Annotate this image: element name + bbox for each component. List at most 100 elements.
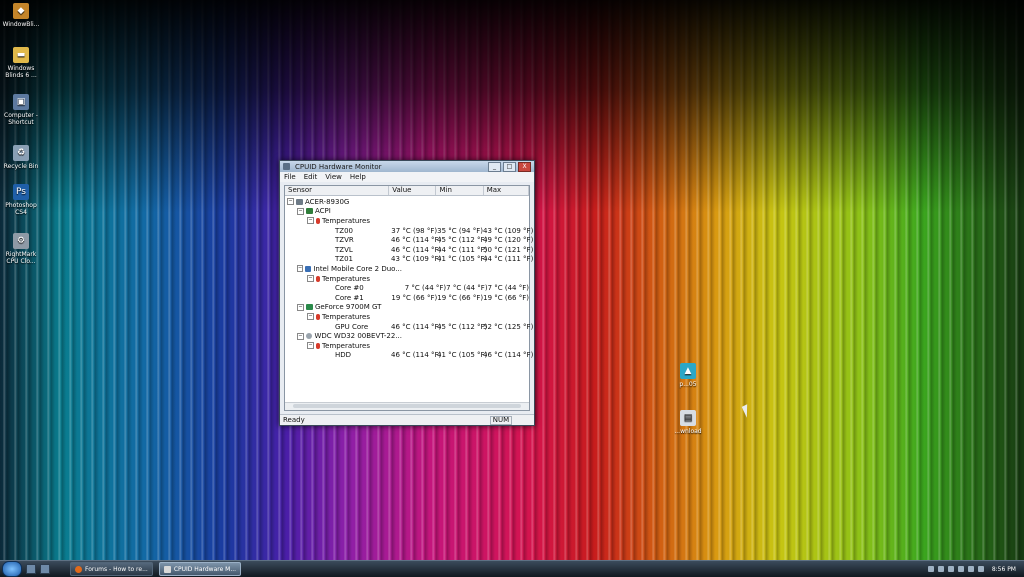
column-header-value[interactable]: Value (389, 186, 437, 195)
sensor-name: GPU Core (335, 322, 369, 331)
close-button[interactable]: X (518, 161, 531, 172)
maximize-button[interactable]: □ (503, 161, 516, 172)
collapse-toggle-icon[interactable]: − (307, 217, 314, 225)
tree-row-disk[interactable]: − WDC WD32 00BEVT-22... (285, 331, 529, 341)
tree-row-device[interactable]: − ACER-8930G (285, 197, 529, 207)
minimize-button[interactable]: _ (488, 161, 501, 172)
status-bar: Ready NUM (280, 414, 534, 425)
sensor-row[interactable]: Core #0 7 °C (44 °F) 7 °C (44 °F) 7 °C (… (285, 283, 529, 293)
scrollbar-thumb[interactable] (293, 404, 521, 408)
network-icon[interactable] (937, 566, 944, 572)
power-icon[interactable] (957, 566, 964, 572)
sensor-value: 43 °C (109 °F) (391, 255, 442, 264)
start-button[interactable] (2, 561, 22, 577)
sensor-row[interactable]: TZVR 46 °C (114 °F) 45 °C (112 °F) 49 °C… (285, 235, 534, 245)
collapse-toggle-icon[interactable]: − (297, 265, 304, 273)
security-icon[interactable] (967, 566, 974, 572)
sensor-value: 46 °C (114 °F) (391, 245, 442, 254)
horizontal-scrollbar[interactable] (285, 402, 529, 410)
desktop-icon-label: WindowBli... (2, 21, 40, 28)
sensor-row[interactable]: TZ00 37 °C (98 °F) 35 °C (94 °F) 43 °C (… (285, 226, 533, 236)
desktop-icon-rightmark[interactable]: ⚙ RightMark CPU Clo... (0, 233, 42, 265)
switch-windows-icon[interactable] (40, 564, 50, 574)
column-header-min[interactable]: Min (436, 186, 484, 195)
sensor-min: 19 °C (66 °F) (437, 293, 484, 302)
cpu-icon (305, 265, 312, 272)
show-desktop-icon[interactable] (26, 564, 36, 574)
tree-row-label: Temperatures (322, 312, 370, 321)
sensor-row[interactable]: Core #1 19 °C (66 °F) 19 °C (66 °F) 19 °… (285, 293, 529, 303)
tree-row-label: Temperatures (322, 274, 370, 283)
collapse-toggle-icon[interactable]: − (297, 207, 304, 215)
collapse-toggle-icon[interactable]: − (297, 303, 304, 311)
sensor-max: 49 °C (120 °F) (483, 236, 534, 245)
hard-disk-icon (305, 333, 313, 340)
column-header-max[interactable]: Max (484, 186, 529, 195)
recycle-bin-icon: ♻ (13, 145, 29, 161)
thermometer-icon (316, 342, 320, 349)
column-header-sensor[interactable]: Sensor (285, 186, 390, 195)
windowblinds-icon: ◆ (13, 3, 29, 19)
sensor-name: TZVR (335, 236, 354, 245)
collapse-toggle-icon[interactable]: − (287, 198, 294, 206)
computer-icon: ▣ (13, 94, 29, 110)
clock[interactable]: 8:56 PM (992, 566, 1016, 573)
desktop-icon-label: Computer - Shortcut (4, 112, 38, 126)
sensor-row[interactable]: TZ01 43 °C (109 °F) 41 °C (105 °F) 44 °C… (285, 255, 533, 265)
sensor-row[interactable]: TZVL 46 °C (114 °F) 44 °C (111 °F) 50 °C… (285, 245, 533, 255)
sensor-min: 35 °C (94 °F) (437, 226, 483, 235)
menu-file[interactable]: File (284, 173, 296, 181)
desktop-icon-windowblinds[interactable]: ◆ WindowBli... (0, 3, 42, 28)
tree-row-acpi[interactable]: − ACPI (285, 207, 529, 217)
desktop-icon-label: RightMark CPU Clo... (5, 251, 37, 265)
collapse-toggle-icon[interactable]: − (297, 332, 304, 340)
sensor-min: 7 °C (44 °F) (446, 284, 488, 293)
tree-row-temperatures[interactable]: − Temperatures (285, 312, 529, 322)
menu-edit[interactable]: Edit (304, 173, 318, 181)
collapse-toggle-icon[interactable]: − (307, 275, 314, 283)
collapse-toggle-icon[interactable]: − (307, 313, 314, 321)
sensor-min: 41 °C (105 °F) (437, 255, 488, 264)
sensor-name: TZ00 (335, 226, 353, 235)
sensor-row[interactable]: GPU Core 46 °C (114 °F) 45 °C (112 °F) 5… (285, 322, 533, 332)
desktop-icon-download[interactable]: ▤ ...wnload (667, 410, 709, 435)
hardware-monitor-window[interactable]: CPUID Hardware Monitor _ □ X File Edit V… (279, 160, 535, 426)
gear-icon: ⚙ (13, 233, 29, 249)
taskbar-button-forums[interactable]: Forums - How to re... (70, 562, 153, 576)
desktop-icon-image[interactable]: ▲ p...05 (667, 363, 709, 388)
file-icon: ▤ (680, 410, 696, 426)
sensor-value: 37 °C (98 °F) (391, 226, 438, 235)
collapse-toggle-icon[interactable]: − (307, 342, 314, 350)
tree-row-gpu[interactable]: − GeForce 9700M GT (285, 303, 529, 313)
computer-icon (296, 198, 303, 205)
update-icon[interactable] (977, 566, 984, 572)
sensor-max: 46 °C (114 °F) (483, 351, 534, 360)
menu-view[interactable]: View (325, 173, 342, 181)
tree-row-temperatures[interactable]: − Temperatures (285, 341, 529, 351)
sensor-name: Core #0 (335, 284, 364, 293)
desktop-icon-label: ...wnload (674, 428, 702, 435)
sensor-value: 46 °C (114 °F) (391, 322, 442, 331)
tree-row-temperatures[interactable]: − Temperatures (285, 216, 529, 226)
status-text: Ready (283, 416, 305, 424)
num-lock-indicator: NUM (490, 415, 512, 425)
desktop-icon-photoshop[interactable]: Ps Photoshop CS4 (0, 184, 42, 216)
column-header-row: Sensor Value Min Max (285, 186, 529, 196)
volume-icon[interactable] (947, 566, 954, 572)
window-titlebar[interactable]: CPUID Hardware Monitor _ □ X (280, 161, 534, 172)
sensor-row[interactable]: HDD 46 °C (114 °F) 41 °C (105 °F) 46 °C … (285, 351, 534, 361)
thermometer-icon (316, 313, 320, 320)
desktop-icon-label: p...05 (679, 381, 697, 388)
taskbar-button-cpuid[interactable]: CPUID Hardware M... (158, 562, 242, 576)
tree-row-temperatures[interactable]: − Temperatures (285, 274, 529, 284)
tray-arrow-icon[interactable] (927, 566, 934, 572)
tree-row-label: Temperatures (322, 341, 370, 350)
motherboard-icon (306, 208, 313, 215)
sensor-tree-panel[interactable]: Sensor Value Min Max − ACER-8930G − ACPI (284, 185, 534, 411)
desktop-icon-computer[interactable]: ▣ Computer - Shortcut (0, 94, 42, 126)
desktop-icon-windowblinds-folder[interactable]: ▬ Windows Blinds 6 ... (0, 47, 42, 79)
tree-row-label: ACER-8930G (305, 197, 350, 206)
menu-help[interactable]: Help (350, 173, 366, 181)
tree-row-cpu[interactable]: − Intel Mobile Core 2 Duo... (285, 264, 529, 274)
desktop-icon-recycle-bin[interactable]: ♻ Recycle Bin (0, 145, 42, 170)
